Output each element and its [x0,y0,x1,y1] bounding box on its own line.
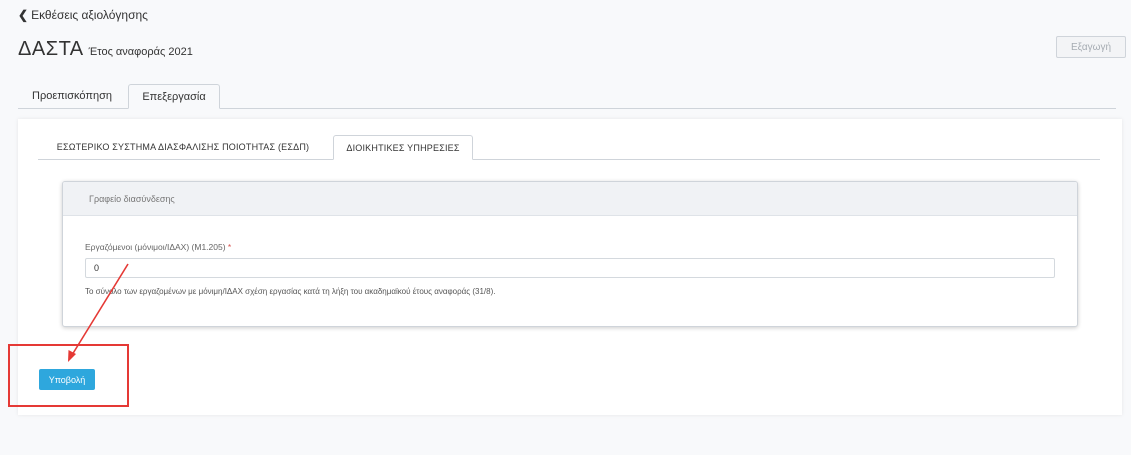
top-tabs: Προεπισκόπηση Επεξεργασία [18,84,1116,109]
edit-card: ΕΣΩΤΕΡΙΚΟ ΣΥΣΤΗΜΑ ΔΙΑΣΦΑΛΙΣΗΣ ΠΟΙΟΤΗΤΑΣ … [18,119,1122,415]
required-mark: * [227,242,232,252]
employees-field[interactable] [85,258,1055,278]
export-button[interactable]: Εξαγωγή [1056,36,1126,58]
tab-preview[interactable]: Προεπισκόπηση [18,84,126,108]
back-link-label: Εκθέσεις αξιολόγησης [31,8,148,22]
page-title-main: ΔΑΣΤΑ [18,38,84,60]
liaison-office-panel: Γραφείο διασύνδεσης Εργαζόμενοι (μόνιμοι… [62,181,1078,327]
back-link[interactable]: ❮ Εκθέσεις αξιολόγησης [18,8,148,22]
employees-field-label-text: Εργαζόμενοι (μόνιμοι/ΙΔΑΧ) (Μ1.205) [85,242,226,252]
employees-field-help: Το σύνολο των εργαζομένων με μόνιμη/ΙΔΑΧ… [85,287,496,296]
page-title-sub: Έτος αναφοράς 2021 [88,46,193,58]
chevron-left-icon: ❮ [18,8,29,22]
panel-header: Γραφείο διασύνδεσης [63,182,1077,216]
inner-tabs: ΕΣΩΤΕΡΙΚΟ ΣΥΣΤΗΜΑ ΔΙΑΣΦΑΛΙΣΗΣ ΠΟΙΟΤΗΤΑΣ … [38,135,1100,160]
employees-field-label: Εργαζόμενοι (μόνιμοι/ΙΔΑΧ) (Μ1.205) * [85,242,231,252]
tab-esdp[interactable]: ΕΣΩΤΕΡΙΚΟ ΣΥΣΤΗΜΑ ΔΙΑΣΦΑΛΙΣΗΣ ΠΟΙΟΤΗΤΑΣ … [38,135,328,159]
submit-button[interactable]: Υποβολή [39,369,95,390]
tab-edit[interactable]: Επεξεργασία [128,84,220,109]
tab-admin-services[interactable]: ΔΙΟΙΚΗΤΙΚΕΣ ΥΠΗΡΕΣΙΕΣ [333,135,473,160]
page-title: ΔΑΣΤΑ Έτος αναφοράς 2021 [18,38,193,61]
